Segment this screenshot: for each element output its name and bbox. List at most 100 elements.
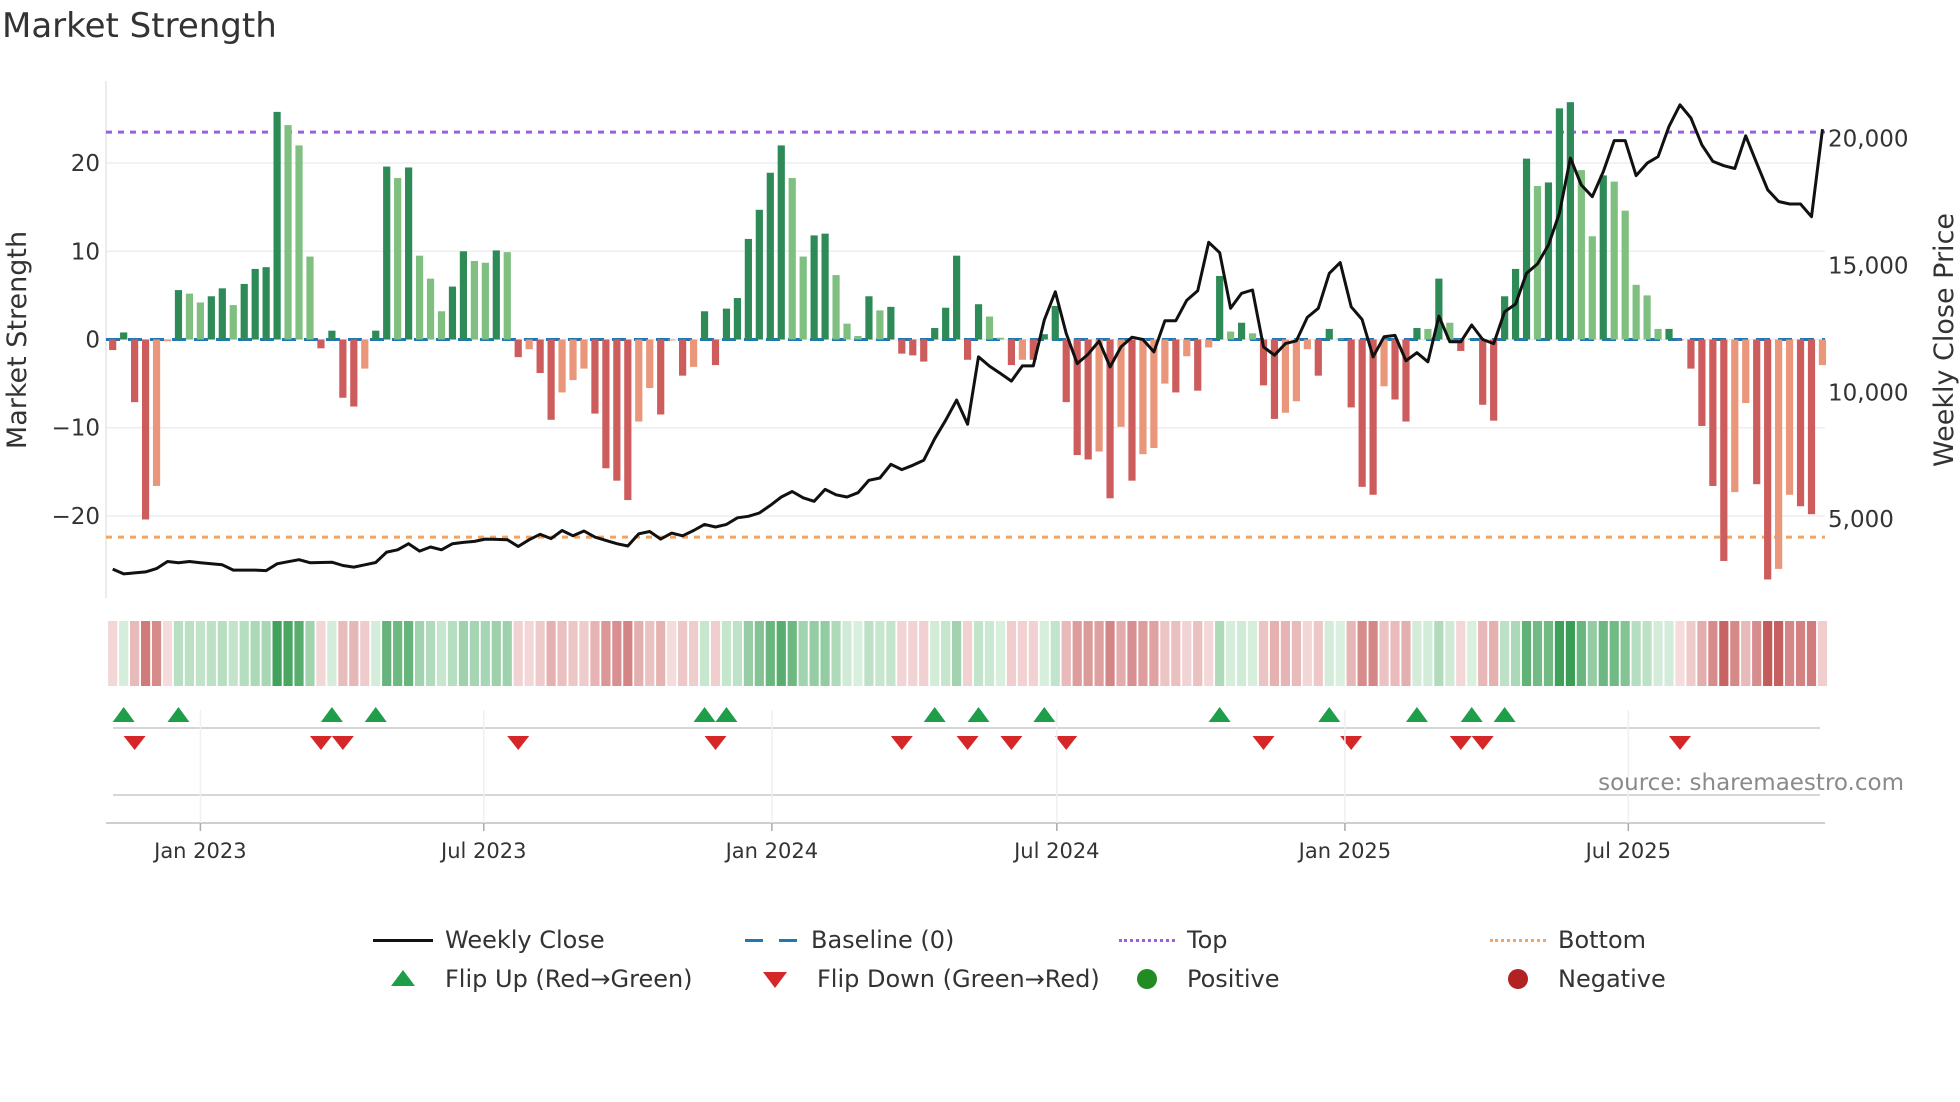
strength-bar [1479, 339, 1487, 405]
heat-cell [1215, 621, 1225, 686]
heat-cell [1664, 621, 1674, 686]
heat-cell [1763, 621, 1773, 686]
strength-bar [1281, 339, 1290, 413]
heat-cell [283, 621, 293, 686]
strength-bar [1742, 339, 1750, 404]
flip-up-marker [167, 707, 190, 722]
strength-bar [1577, 170, 1585, 340]
x-tick-label: Jan 2023 [152, 839, 247, 863]
strength-bar [514, 339, 522, 358]
strength-bar [755, 209, 763, 340]
heat-cell [590, 621, 600, 686]
strength-bar [1753, 339, 1761, 485]
strength-heatmap-strip [108, 621, 1828, 686]
heat-cell [1708, 621, 1718, 686]
strength-bar [383, 166, 391, 340]
legend-flip-down: Flip Down (Green→Red) [745, 964, 1100, 994]
strength-bar [679, 339, 687, 376]
triangle-up-icon [373, 964, 433, 994]
strength-bar [437, 311, 446, 340]
x-tick-label: Jan 2024 [724, 839, 819, 863]
strength-bar [1336, 338, 1344, 340]
heat-cell [1774, 621, 1784, 686]
heat-cell [1631, 621, 1641, 686]
heat-cell [1346, 621, 1356, 686]
heat-cell [250, 621, 260, 686]
heat-cell [645, 621, 655, 686]
strength-bar [1490, 339, 1498, 421]
heat-cell [1160, 621, 1170, 686]
strength-bar [1566, 102, 1574, 340]
heat-cell [1467, 621, 1477, 686]
heat-cell [349, 621, 359, 686]
flip-down-marker [123, 736, 146, 750]
strength-bar [1018, 339, 1026, 360]
heat-cell [1741, 621, 1751, 686]
strength-bar [689, 339, 698, 367]
strength-bar [832, 275, 840, 340]
heat-cell [1719, 621, 1729, 686]
strength-bar [1424, 328, 1432, 340]
strength-bar [876, 310, 884, 340]
strength-bar [492, 250, 500, 340]
strength-bar [174, 290, 183, 340]
strength-bar [963, 339, 972, 360]
heat-cell [710, 621, 721, 686]
strength-bar [131, 339, 139, 403]
strength-bar [1687, 339, 1695, 369]
heat-cell [1182, 621, 1192, 686]
strength-bar [448, 286, 457, 340]
heat-cell [1489, 621, 1499, 686]
heat-cell [1379, 621, 1389, 686]
strength-bar [240, 283, 248, 340]
heat-cell [1620, 621, 1630, 686]
strength-bar [1183, 339, 1191, 357]
strength-bar [1785, 339, 1794, 495]
strength-bar [1172, 339, 1180, 393]
heat-cell [732, 621, 743, 686]
heat-cell [1149, 621, 1159, 686]
heat-cell [1302, 621, 1312, 686]
strength-bar [1610, 181, 1618, 340]
y-tick-label: 20 [71, 151, 100, 177]
strength-bar [1599, 175, 1607, 340]
heat-cell [404, 621, 414, 686]
strength-bar [1358, 339, 1366, 487]
heat-cell [173, 621, 184, 686]
heat-cell [1039, 621, 1049, 686]
strength-bar [525, 339, 533, 350]
strength-bar [1161, 339, 1169, 384]
flip-down-marker [507, 736, 530, 750]
strength-bar [1818, 339, 1827, 366]
heat-cell [886, 621, 896, 686]
heat-cell [1204, 621, 1214, 686]
strength-bar [1413, 328, 1421, 340]
flip-down-marker [1668, 736, 1691, 750]
heat-cell [1423, 621, 1433, 686]
heat-cell [798, 621, 808, 686]
heat-cell [239, 621, 249, 686]
strength-bar [1468, 338, 1476, 340]
heat-cell [130, 621, 140, 686]
strength-bar [536, 339, 544, 374]
legend-bottom: Bottom [1490, 925, 1646, 955]
legend-label: Negative [1558, 965, 1666, 993]
y-tick-label: 10 [71, 239, 100, 265]
heat-cell [1510, 621, 1521, 686]
heat-cell [1116, 621, 1126, 686]
heat-cell [338, 621, 348, 686]
legend-label: Flip Down (Green→Red) [817, 965, 1100, 993]
strength-bar [865, 296, 873, 340]
heat-cell [1456, 621, 1466, 686]
heat-cell [1291, 621, 1301, 686]
heat-cell [908, 621, 918, 686]
legend-negative: Negative [1490, 964, 1666, 994]
strength-bar [668, 339, 676, 341]
strength-bar [624, 339, 632, 501]
strength-bar [777, 145, 785, 340]
strength-bar [646, 339, 654, 389]
strength-bar [1007, 339, 1016, 366]
strength-bar [372, 330, 380, 340]
strength-bar [1139, 339, 1147, 455]
strength-bar [163, 339, 172, 342]
